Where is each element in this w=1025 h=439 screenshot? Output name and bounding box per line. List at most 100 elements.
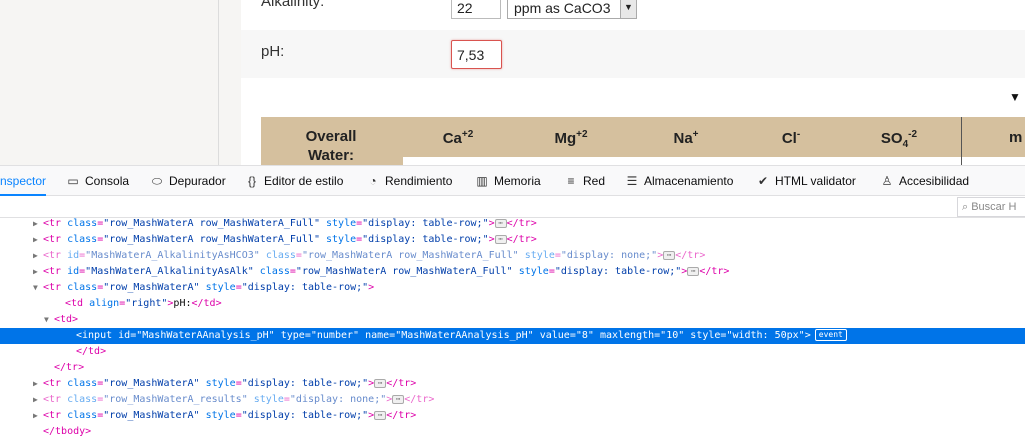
collapsed-twisty-icon[interactable]: ▶ (33, 376, 43, 392)
search-placeholder: Buscar H (971, 201, 1017, 213)
tab-storage-label: Almacenamiento (644, 174, 734, 188)
attr-value-token: "row_MashWaterA" (103, 378, 200, 389)
markup-tree: ▶ <tr class="row_MashWaterA row_MashWater… (0, 218, 1025, 439)
tag-token: > (488, 218, 495, 229)
markup-node[interactable]: ▼ <td> (0, 312, 1025, 328)
collapsed-children-icon[interactable]: ⋯ (687, 266, 700, 276)
markup-node[interactable]: <td align="right">pH:</td> (0, 296, 1025, 312)
collapse-triangle-icon[interactable]: ▼ (1009, 90, 1021, 104)
tag-token: </tr> (54, 362, 85, 373)
overall-line1: Overall (305, 128, 357, 145)
markup-node[interactable]: ▶ <tr id = "MashWaterA_AlkalinityAsHCO3" cl… (0, 248, 1025, 264)
markup-node-selected[interactable]: <input id="MashWaterAAnalysis_pH" type="… (0, 328, 1025, 344)
attr-value-token: "display: table-row;" (554, 266, 682, 277)
attr-name-token: class (265, 250, 296, 261)
overall-line2: Water: (307, 147, 355, 164)
attr-value-token: "right" (125, 298, 168, 309)
collapsed-twisty-icon[interactable]: ▶ (33, 392, 43, 408)
attr-name-token: id (67, 250, 80, 261)
tab-debugger[interactable]: ⬭ Depurador (150, 166, 226, 196)
attr-name-token: style (690, 330, 721, 341)
tag-token: <td (65, 298, 90, 309)
attr-value-token: "display: table-row;" (362, 218, 489, 229)
markup-node[interactable]: ▶ <tr class="row_MashWaterA" style="displ… (0, 408, 1025, 424)
markup-node[interactable]: ▶ <tr class = "row_MashWaterA_results" styl… (0, 392, 1025, 408)
markup-node[interactable]: ▶ <tr class="row_MashWaterA" style="displ… (0, 376, 1025, 392)
attr-name-token: class (67, 410, 98, 421)
tag-token: </tr> (404, 394, 435, 405)
dropdown-arrow-icon[interactable]: ▼ (620, 0, 636, 18)
collapsed-twisty-icon[interactable]: ▶ (33, 408, 43, 424)
markup-node[interactable]: </tbody> (0, 424, 1025, 439)
alkalinity-input[interactable]: 22 (451, 0, 501, 19)
collapsed-children-icon[interactable]: ⋯ (374, 378, 387, 388)
search-html-input[interactable]: ⌕ Buscar H (957, 197, 1025, 217)
attr-value-token: "row_MashWaterA row_MashWaterA_Full" (295, 266, 513, 277)
style-editor-icon: {} (247, 174, 256, 188)
ion-header-cl: Cl- (771, 129, 811, 147)
tab-html-validator-label: HTML validator (775, 174, 856, 188)
tag-token: </tr> (386, 378, 417, 389)
alkalinity-unit-select[interactable]: ppm as CaCO3 ▼ (507, 0, 637, 19)
ion-so4-sub: 4 (902, 139, 909, 150)
tab-debugger-label: Depurador (169, 174, 226, 188)
collapsed-twisty-icon[interactable]: ▶ (33, 216, 43, 232)
attr-value-token: "10" (660, 330, 685, 341)
water-form: Alkalinity: 22 ppm as CaCO3 ▼ pH: 7,53 ▼… (241, 0, 1025, 165)
attr-value-token: "number" (310, 330, 360, 341)
tab-console[interactable]: ▭ Consola (66, 166, 129, 196)
attr-value-token: "display: table-row;" (362, 234, 489, 245)
tab-inspector[interactable]: nspector (0, 166, 47, 196)
web-page-viewport: Alkalinity: 22 ppm as CaCO3 ▼ pH: 7,53 ▼… (0, 0, 1025, 165)
collapsed-children-icon[interactable]: ⋯ (663, 250, 676, 260)
attr-value-token: "row_MashWaterA row_MashWaterA_Full" (301, 250, 519, 261)
tag-token: </tr> (675, 250, 706, 261)
tab-html-validator[interactable]: ✔ HTML validator (756, 166, 856, 196)
markup-node[interactable]: ▼ <tr class="row_MashWaterA" style="displ… (0, 280, 1025, 296)
tab-performance-label: Rendimiento (385, 174, 453, 188)
collapsed-children-icon[interactable]: ⋯ (494, 218, 507, 228)
attr-name-token: style (253, 394, 284, 405)
network-icon: ≡ (567, 174, 575, 188)
collapsed-twisty-icon[interactable]: ▶ (33, 248, 43, 264)
expanded-twisty-icon[interactable]: ▼ (33, 280, 43, 296)
water-table-header: Overall Water: Ca+2 Mg+2 Na+ Cl- SO4-2 m (261, 117, 1025, 165)
collapsed-children-icon[interactable]: ⋯ (374, 410, 387, 420)
tab-storage[interactable]: ☰ Almacenamiento (625, 166, 734, 196)
attr-name-token: style (524, 250, 555, 261)
tag-token: </tr> (386, 410, 417, 421)
markup-node[interactable]: ▶ <tr class="row_MashWaterA row_MashWater… (0, 216, 1025, 232)
tag-token (519, 250, 525, 261)
cut-column-header: m (1009, 129, 1023, 146)
attr-name-token: style (205, 378, 236, 389)
ph-input[interactable]: 7,53 (451, 40, 502, 69)
tab-network[interactable]: ≡ Red (564, 166, 605, 196)
tab-performance[interactable]: ◔ Rendimiento (366, 166, 452, 196)
tag-token: > (386, 394, 393, 405)
attr-value-token: "row_MashWaterA row_MashWaterA_Full" (103, 234, 320, 245)
collapsed-children-icon[interactable]: ⋯ (392, 394, 405, 404)
markup-node[interactable]: ▶ <tr id="MashWaterA_AlkalinityAsAlk" cla… (0, 264, 1025, 280)
ion-so4-charge: -2 (908, 129, 918, 140)
collapsed-children-icon[interactable]: ⋯ (494, 234, 507, 244)
attr-value-token: "display: none;" (560, 250, 658, 261)
tag-token: <tr (43, 282, 68, 293)
markup-node[interactable]: </td> (0, 344, 1025, 360)
expanded-twisty-icon[interactable]: ▼ (44, 312, 54, 328)
attr-name-token: style (205, 282, 236, 293)
tag-token: </tbody> (43, 426, 92, 437)
tab-style-editor[interactable]: {} Editor de estilo (245, 166, 343, 196)
markup-node[interactable]: ▶ <tr class="row_MashWaterA row_MashWater… (0, 232, 1025, 248)
attr-name-token: class (67, 394, 98, 405)
markup-node[interactable]: </tr> (0, 360, 1025, 376)
console-icon: ▭ (67, 174, 79, 188)
collapsed-twisty-icon[interactable]: ▶ (33, 264, 43, 280)
storage-icon: ☰ (626, 174, 638, 188)
attr-value-token: "display: none;" (289, 394, 387, 405)
tab-accessibility[interactable]: ♙ Accesibilidad (880, 166, 969, 196)
collapsed-twisty-icon[interactable]: ▶ (33, 232, 43, 248)
ion-na-base: Na (673, 130, 693, 147)
ion-ca-base: Ca (442, 130, 462, 147)
event-badge[interactable]: event (814, 329, 847, 341)
tab-memory[interactable]: ▥ Memoria (475, 166, 540, 196)
